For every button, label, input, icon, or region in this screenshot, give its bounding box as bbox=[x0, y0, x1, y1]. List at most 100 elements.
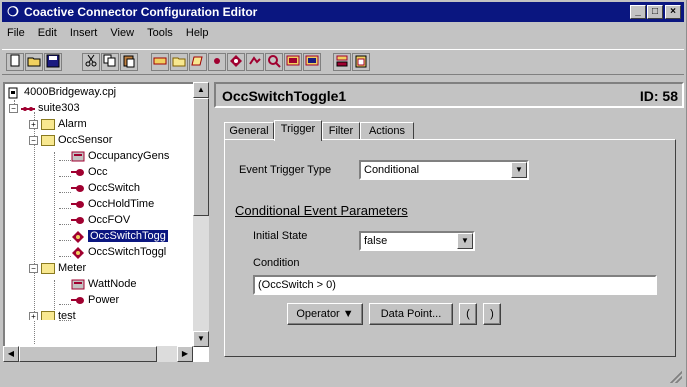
tree-item-test[interactable]: + test bbox=[5, 308, 205, 320]
stack-icon[interactable] bbox=[333, 53, 351, 71]
event-trigger-type-label: Event Trigger Type bbox=[239, 164, 332, 176]
chevron-down-icon[interactable]: ▼ bbox=[457, 233, 473, 249]
cut-icon[interactable] bbox=[82, 53, 100, 71]
tree-label-occswitchtoggle: OccSwitchTogg bbox=[88, 230, 168, 242]
tree-label-occ: Occ bbox=[88, 166, 108, 178]
tab-actions[interactable]: Actions bbox=[360, 122, 414, 140]
tree-item-alarm[interactable]: + Alarm bbox=[5, 116, 205, 132]
folder-icon[interactable] bbox=[170, 53, 188, 71]
folder-icon bbox=[41, 262, 55, 274]
tree-root[interactable]: 4000Bridgeway.cpj bbox=[7, 84, 116, 100]
status-bar bbox=[2, 366, 684, 385]
tree-item-occholdtime[interactable]: OccHoldTime bbox=[71, 196, 154, 212]
close-paren-button[interactable]: ) bbox=[483, 303, 501, 325]
expand-icon[interactable]: + bbox=[29, 120, 38, 129]
data-point-button[interactable]: Data Point... bbox=[369, 303, 453, 325]
new-icon[interactable] bbox=[6, 53, 24, 71]
tree-item-occ[interactable]: Occ bbox=[71, 164, 108, 180]
tree-label-suite: suite303 bbox=[38, 102, 80, 114]
section-title: Conditional Event Parameters bbox=[235, 203, 408, 218]
folder-icon bbox=[41, 310, 55, 320]
collapse-icon[interactable]: − bbox=[29, 264, 38, 273]
condition-input[interactable]: (OccSwitch > 0) bbox=[253, 275, 657, 295]
scroll-left-icon[interactable]: ◀ bbox=[3, 346, 19, 362]
tree-label-test: test bbox=[58, 310, 76, 320]
scroll-down-icon[interactable]: ▼ bbox=[193, 331, 209, 347]
scroll-up-icon[interactable]: ▲ bbox=[193, 82, 209, 98]
menu-insert[interactable]: Insert bbox=[65, 23, 103, 43]
clipboard-icon[interactable] bbox=[352, 53, 370, 71]
folder-icon bbox=[41, 118, 55, 130]
trigger-icon bbox=[71, 230, 85, 243]
menu-file[interactable]: File bbox=[2, 23, 30, 43]
tree-item-power[interactable]: Power bbox=[71, 292, 119, 308]
network-icon bbox=[21, 103, 35, 114]
tree-item-occupancy[interactable]: OccupancyGens bbox=[71, 148, 169, 164]
menu-view[interactable]: View bbox=[105, 23, 139, 43]
device-icon bbox=[71, 151, 85, 162]
monitor-icon[interactable] bbox=[284, 53, 302, 71]
menu-help[interactable]: Help bbox=[181, 23, 214, 43]
tree-vertical-scrollbar[interactable]: ▲ ▼ bbox=[193, 82, 209, 347]
tree-label-wattnode: WattNode bbox=[88, 278, 137, 290]
initial-state-label: Initial State bbox=[253, 230, 308, 242]
shape-icon[interactable] bbox=[189, 53, 207, 71]
tab-general[interactable]: General bbox=[224, 122, 274, 140]
tree-label-occupancy: OccupancyGens bbox=[88, 150, 170, 162]
menu-bar: File Edit Insert View Tools Help bbox=[2, 23, 684, 43]
resize-grip-icon[interactable] bbox=[670, 371, 682, 383]
expand-icon[interactable]: + bbox=[29, 312, 38, 320]
project-file-icon bbox=[7, 87, 21, 99]
tab-trigger[interactable]: Trigger bbox=[274, 120, 322, 141]
tree-item-occswitch[interactable]: OccSwitch bbox=[71, 180, 140, 196]
collapse-icon[interactable]: − bbox=[9, 104, 18, 113]
minimize-button[interactable]: _ bbox=[630, 5, 646, 19]
tree-label-alarm: Alarm bbox=[58, 118, 87, 130]
close-button[interactable]: × bbox=[665, 5, 681, 19]
open-icon[interactable] bbox=[25, 53, 43, 71]
tree-label-occswitch: OccSwitch bbox=[88, 182, 140, 194]
title-bar[interactable]: ❍ Coactive Connector Configuration Edito… bbox=[2, 2, 684, 22]
maximize-button[interactable]: □ bbox=[647, 5, 663, 19]
datapoint-icon bbox=[71, 199, 85, 210]
scroll-thumb[interactable] bbox=[193, 98, 209, 216]
initial-state-select[interactable]: false ▼ bbox=[359, 231, 475, 251]
sensor-icon[interactable] bbox=[227, 53, 245, 71]
collapse-icon[interactable]: − bbox=[29, 136, 38, 145]
tree-item-occswitchtoggle[interactable]: OccSwitchTogg bbox=[71, 228, 168, 244]
tree-label-occholdtime: OccHoldTime bbox=[88, 198, 155, 210]
scroll-right-icon[interactable]: ▶ bbox=[177, 346, 193, 362]
menu-edit[interactable]: Edit bbox=[33, 23, 62, 43]
event-trigger-type-select[interactable]: Conditional ▼ bbox=[359, 160, 529, 180]
app-icon: ❍ bbox=[7, 4, 19, 19]
object-header: OccSwitchToggle1 ID: 58 bbox=[214, 82, 684, 108]
tree-item-occswitchtoggle2[interactable]: OccSwitchToggl bbox=[71, 244, 166, 260]
query-icon[interactable] bbox=[265, 53, 283, 71]
tree-item-occsensor[interactable]: − OccSensor bbox=[5, 132, 205, 148]
object-id: ID: 58 bbox=[639, 88, 678, 104]
link-icon[interactable] bbox=[151, 53, 169, 71]
switch-icon[interactable] bbox=[246, 53, 264, 71]
hscroll-thumb[interactable] bbox=[19, 346, 157, 362]
tree-label-occfov: OccFOV bbox=[88, 214, 131, 226]
project-tree[interactable]: 4000Bridgeway.cpj − suite303 + Alarm − O… bbox=[3, 82, 209, 362]
trigger-panel: Event Trigger Type Conditional ▼ Conditi… bbox=[224, 139, 676, 357]
open-paren-button[interactable]: ( bbox=[459, 303, 477, 325]
menu-tools[interactable]: Tools bbox=[142, 23, 178, 43]
chevron-down-icon[interactable]: ▼ bbox=[511, 162, 527, 178]
tree-label-power: Power bbox=[88, 294, 120, 306]
app-window: ❍ Coactive Connector Configuration Edito… bbox=[0, 0, 687, 387]
operator-button[interactable]: Operator ▼ bbox=[287, 303, 363, 325]
tree-item-occfov[interactable]: OccFOV bbox=[71, 212, 130, 228]
tab-filter[interactable]: Filter bbox=[322, 122, 360, 140]
tree-horizontal-scrollbar[interactable]: ◀ ▶ bbox=[3, 346, 193, 362]
tree-root-label: 4000Bridgeway.cpj bbox=[24, 86, 117, 98]
paste-icon[interactable] bbox=[120, 53, 138, 71]
folder-icon bbox=[41, 134, 55, 146]
tree-item-meter[interactable]: − Meter bbox=[5, 260, 205, 276]
copy-icon[interactable] bbox=[101, 53, 119, 71]
tree-item-wattnode[interactable]: WattNode bbox=[71, 276, 137, 292]
save-icon[interactable] bbox=[44, 53, 62, 71]
point-icon[interactable] bbox=[208, 53, 226, 71]
monitor2-icon[interactable] bbox=[303, 53, 321, 71]
